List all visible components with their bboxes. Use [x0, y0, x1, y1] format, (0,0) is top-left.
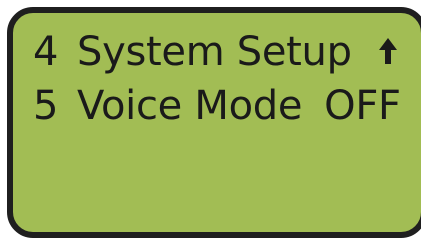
menu-item-number: 4	[33, 29, 59, 75]
menu-item-value: OFF	[324, 83, 401, 129]
menu-item-label: System Setup	[77, 29, 352, 75]
menu-item-system-setup[interactable]: 4 System Setup	[33, 28, 352, 76]
menu-item-label: Voice Mode	[77, 83, 303, 129]
menu-item-number: 5	[33, 83, 59, 129]
lcd-display: 4 System Setup 5 Voice Mode OFF	[7, 7, 421, 238]
menu-item-voice-mode[interactable]: 5 Voice Mode OFF	[33, 82, 401, 130]
up-arrow-icon	[379, 38, 397, 64]
